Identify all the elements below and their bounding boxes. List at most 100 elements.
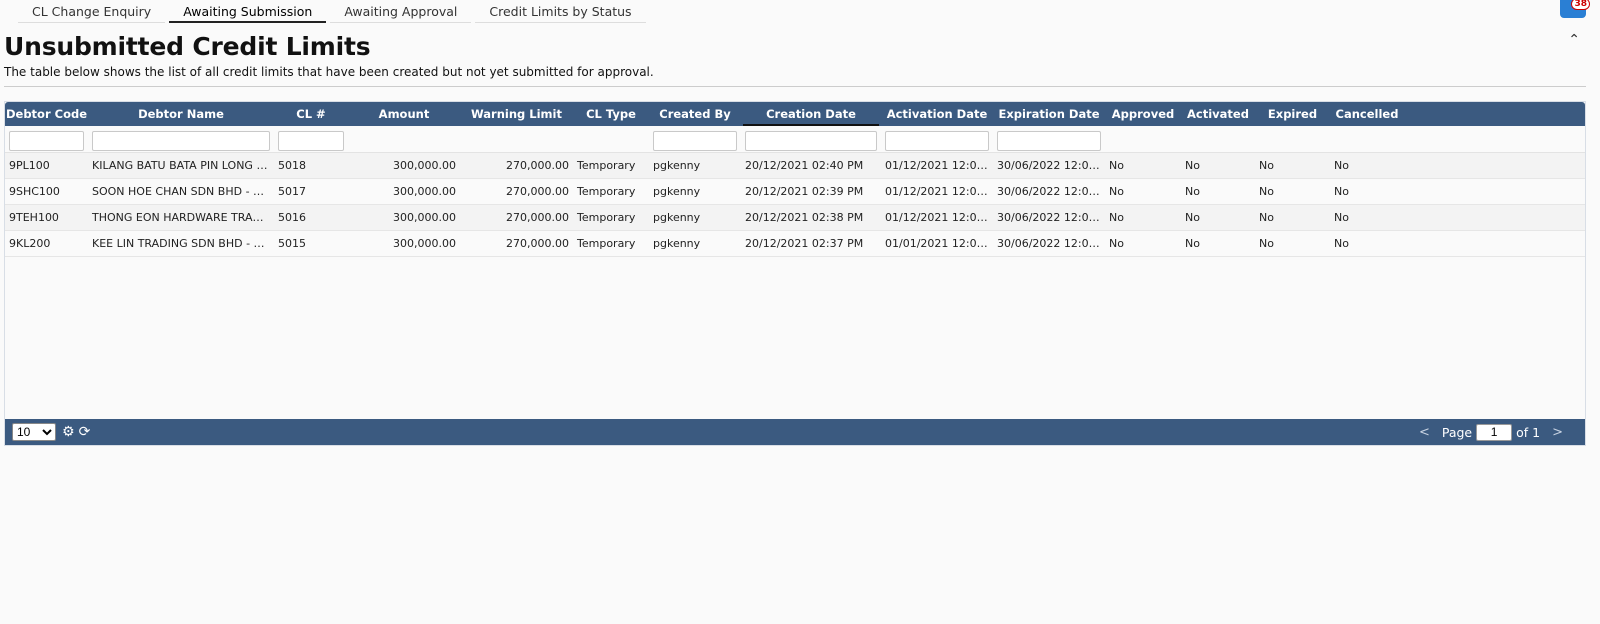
tab-awaiting-approval[interactable]: Awaiting Approval [330,0,472,23]
cell-debtor-name: KEE LIN TRADING SDN BHD - MA... [92,237,274,250]
column-header-cancelled[interactable]: Cancelled [1330,102,1404,126]
cell-creation-date: 20/12/2021 02:37 PM [745,237,864,250]
cell-expired: No [1259,159,1274,172]
cell-cl-number: 5017 [278,185,306,198]
tab-awaiting-submission[interactable]: Awaiting Submission [169,0,327,23]
column-header-approved[interactable]: Approved [1105,102,1181,126]
cell-expiration-date: 30/06/2022 12:00 ... [997,159,1105,172]
column-header-expired[interactable]: Expired [1255,102,1330,126]
cell-amount: 300,000.00 [393,185,456,198]
cell-cancelled: No [1334,185,1349,198]
cell-creation-date: 20/12/2021 02:39 PM [745,185,864,198]
filter-debtor-code[interactable] [9,131,84,151]
cell-warning-limit: 270,000.00 [506,237,569,250]
cell-cl-type: Temporary [577,185,636,198]
chevron-up-icon[interactable]: ⌃ [1568,32,1580,48]
cell-expired: No [1259,237,1274,250]
page-title: Unsubmitted Credit Limits [4,32,371,61]
cell-amount: 300,000.00 [393,211,456,224]
cell-debtor-code: 9KL200 [9,237,51,250]
cell-debtor-code: 9SHC100 [9,185,60,198]
page-count-label: of 1 [1516,424,1541,440]
refresh-icon[interactable]: ⟳ [79,424,91,440]
filter-activation-date[interactable] [885,131,989,151]
notification-icon[interactable]: 38 [1560,0,1590,18]
cell-approved: No [1109,211,1124,224]
cell-amount: 300,000.00 [393,237,456,250]
filter-debtor-name[interactable] [92,131,270,151]
cell-approved: No [1109,237,1124,250]
cell-activated: No [1185,159,1200,172]
column-header-cl-number[interactable]: CL # [274,102,348,126]
table-row[interactable]: 9SHC100 SOON HOE CHAN SDN BHD - M... 501… [5,179,1585,205]
notification-badge: 38 [1571,0,1590,10]
filter-creation-date[interactable] [745,131,877,151]
cell-created-by: pgkenny [653,185,701,198]
cell-created-by: pgkenny [653,237,701,250]
filter-cl-number[interactable] [278,131,344,151]
current-page-input[interactable] [1476,423,1513,441]
filter-created-by[interactable] [653,131,737,151]
cell-activated: No [1185,237,1200,250]
cell-activated: No [1185,211,1200,224]
cell-expiration-date: 30/06/2022 12:00 ... [997,237,1105,250]
cell-cl-type: Temporary [577,237,636,250]
cell-expiration-date: 30/06/2022 12:00 ... [997,211,1105,224]
cell-expiration-date: 30/06/2022 12:00 ... [997,185,1105,198]
cell-cl-number: 5016 [278,211,306,224]
cell-activation-date: 01/12/2021 12:01 ... [885,159,993,172]
cell-warning-limit: 270,000.00 [506,159,569,172]
cell-cl-number: 5015 [278,237,306,250]
cell-activated: No [1185,185,1200,198]
column-header-activated[interactable]: Activated [1181,102,1255,126]
cell-debtor-name: KILANG BATU BATA PIN LONG SD... [92,159,274,172]
page-description: The table below shows the list of all cr… [4,65,654,79]
table-row[interactable]: 9KL200 KEE LIN TRADING SDN BHD - MA... 5… [5,231,1585,257]
cell-approved: No [1109,159,1124,172]
divider [4,86,1586,87]
cell-debtor-name: THONG EON HARDWARE TRADIN... [92,211,274,224]
column-header-expiration-date[interactable]: Expiration Date [993,102,1105,126]
cell-creation-date: 20/12/2021 02:40 PM [745,159,864,172]
tab-credit-limits-by-status[interactable]: Credit Limits by Status [475,0,646,23]
column-header-activation-date[interactable]: Activation Date [881,102,993,126]
cell-activation-date: 01/12/2021 12:01 ... [885,211,993,224]
pagination: < Page of 1 > [1407,419,1575,445]
cell-warning-limit: 270,000.00 [506,185,569,198]
filter-expiration-date[interactable] [997,131,1101,151]
grid-header: Debtor Code Debtor Name CL # Amount Warn… [5,102,1585,126]
gear-icon[interactable]: ⚙ [62,424,75,440]
column-header-cl-type[interactable]: CL Type [573,102,649,126]
cell-created-by: pgkenny [653,159,701,172]
cell-cancelled: No [1334,211,1349,224]
cell-cancelled: No [1334,237,1349,250]
cell-cl-type: Temporary [577,211,636,224]
cell-debtor-code: 9TEH100 [9,211,59,224]
cell-activation-date: 01/01/2021 12:01 ... [885,237,993,250]
credit-limit-grid: Debtor Code Debtor Name CL # Amount Warn… [4,101,1586,446]
cell-cl-type: Temporary [577,159,636,172]
column-header-warning-limit[interactable]: Warning Limit [460,102,573,126]
cell-debtor-code: 9PL100 [9,159,50,172]
next-page-button[interactable]: > [1552,425,1563,440]
cell-created-by: pgkenny [653,211,701,224]
cell-cancelled: No [1334,159,1349,172]
column-header-amount[interactable]: Amount [348,102,460,126]
cell-debtor-name: SOON HOE CHAN SDN BHD - M... [92,185,274,198]
tab-bar: CL Change Enquiry Awaiting Submission Aw… [18,0,650,24]
prev-page-button[interactable]: < [1419,425,1430,440]
cell-expired: No [1259,211,1274,224]
table-row[interactable]: 9TEH100 THONG EON HARDWARE TRADIN... 501… [5,205,1585,231]
column-header-debtor-code[interactable]: Debtor Code [5,102,88,126]
column-header-debtor-name[interactable]: Debtor Name [88,102,274,126]
page-size-select[interactable]: 10 [12,423,56,441]
column-header-creation-date[interactable]: Creation Date [741,102,881,126]
cell-creation-date: 20/12/2021 02:38 PM [745,211,864,224]
tab-cl-change-enquiry[interactable]: CL Change Enquiry [18,0,166,23]
cell-cl-number: 5018 [278,159,306,172]
grid-pager: 10 ⚙ ⟳ < Page of 1 > [5,419,1585,445]
filter-row [5,126,1585,153]
cell-expired: No [1259,185,1274,198]
table-row[interactable]: 9PL100 KILANG BATU BATA PIN LONG SD... 5… [5,153,1585,179]
column-header-created-by[interactable]: Created By [649,102,741,126]
